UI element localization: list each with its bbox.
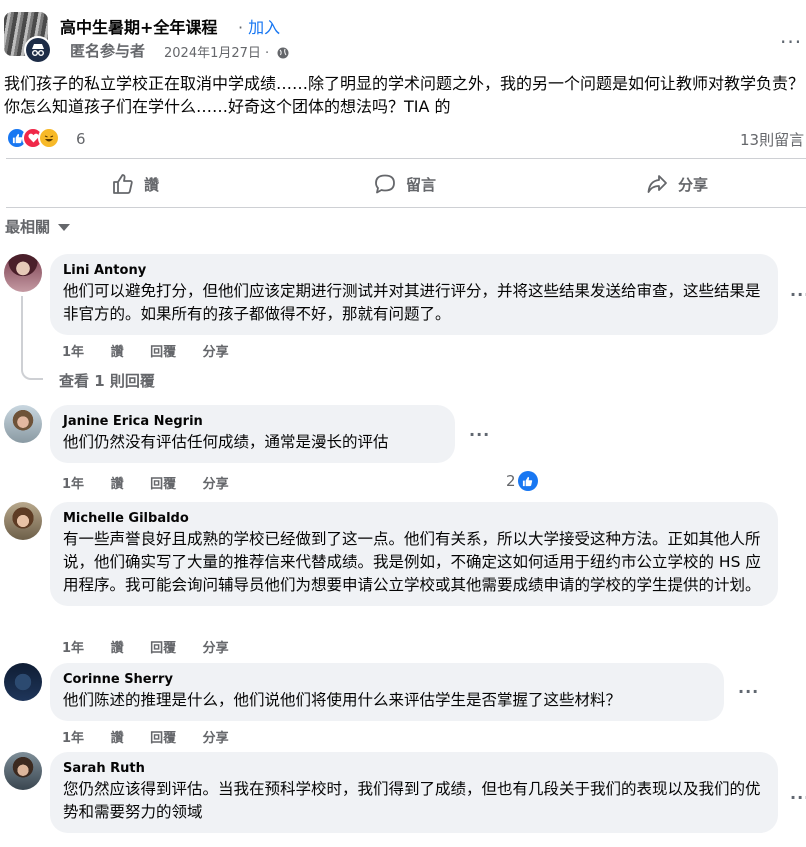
comment-icon [375,174,395,194]
caret-down-icon [58,224,71,231]
divider [6,158,806,159]
comment-time[interactable]: 1年 [62,641,84,656]
comment-share-link[interactable]: 分享 [203,641,229,656]
view-replies-link[interactable]: 查看 1 則回覆 [59,370,155,391]
comment-time[interactable]: 1年 [62,345,84,360]
comment-text: 有一些声誉良好且成熟的学校已经做到了这一点。他们有关系，所以大学接受这种方法。正… [63,530,761,594]
avatar[interactable] [4,752,42,790]
comment-text: 他们可以避免打分，但他们应该定期进行测试并对其进行评分，并将这些结果发送给审查，… [63,282,761,323]
reaction-count: 6 [76,130,86,148]
haha-icon [38,127,60,149]
commenter-name[interactable]: Sarah Ruth [63,760,766,778]
comment-time[interactable]: 1年 [62,731,84,746]
share-button-label: 分享 [678,175,709,194]
globe-icon [277,47,289,59]
reply-thread-line [21,296,43,380]
comment-reaction-count[interactable]: 2 [506,470,538,492]
divider [6,207,806,208]
commenter-name[interactable]: Lini Antony [63,262,766,280]
comment-reply-link[interactable]: 回覆 [150,641,176,656]
comment-button[interactable]: 留言 [374,170,436,198]
join-label[interactable]: 加入 [248,18,280,37]
comment-count[interactable]: 13則留言 [740,129,804,150]
post-author: 匿名参与者 [70,42,146,60]
comment-time[interactable]: 1年 [62,477,84,492]
comment-actions: 1年 讚 回覆 分享 [62,637,251,656]
comment-bubble: Corinne Sherry 他们陈述的推理是什么，他们说他们将使用什么来评估学… [50,663,724,721]
comment-text: 他们陈述的推理是什么，他们说他们将使用什么来评估学生是否掌握了这些材料？ [63,691,622,709]
share-icon [647,175,667,193]
avatar[interactable] [4,663,42,701]
more-options-icon[interactable]: ··· [790,285,806,304]
comment-bubble: Janine Erica Negrin 他们仍然没有评估任何成绩，通常是漫长的评… [50,405,455,463]
more-options-icon[interactable]: ··· [780,30,802,54]
avatar[interactable] [4,254,42,292]
comment-text: 他们仍然没有评估任何成绩，通常是漫长的评估 [63,433,389,451]
comment-button-label: 留言 [406,175,437,194]
comment-reply-link[interactable]: 回覆 [150,731,176,746]
commenter-name[interactable]: Janine Erica Negrin [63,413,443,431]
comment-bubble: Sarah Ruth 您仍然应该得到评估。当我在预科学校时，我们得到了成绩，但也… [50,752,778,833]
comment-actions: 1年 讚 回覆 分享 [62,341,251,360]
more-options-icon[interactable]: ··· [469,425,490,444]
comment-share-link[interactable]: 分享 [203,345,229,360]
comment-reply-link[interactable]: 回覆 [150,477,176,492]
comment-like-link[interactable]: 讚 [111,477,124,492]
comment-like-link[interactable]: 讚 [111,345,124,360]
anonymous-avatar [24,36,52,64]
like-button[interactable]: 讚 [112,170,159,198]
comment-like-count: 2 [506,472,516,490]
commenter-name[interactable]: Michelle Gilbaldo [63,510,766,528]
comment-bubble: Lini Antony 他们可以避免打分，但他们应该定期进行测试并对其进行评分，… [50,254,778,335]
more-options-icon[interactable]: ··· [790,788,806,807]
post-meta: 2024年1月27日 · [164,42,289,61]
commenter-name[interactable]: Corinne Sherry [63,671,712,689]
comment-share-link[interactable]: 分享 [203,731,229,746]
like-icon [517,471,538,491]
post-date[interactable]: 2024年1月27日 [164,46,261,61]
avatar[interactable] [4,502,42,540]
comment-like-link[interactable]: 讚 [111,731,124,746]
comment-share-link[interactable]: 分享 [203,477,229,492]
more-options-icon[interactable]: ··· [738,682,759,701]
comment-actions: 1年 讚 回覆 分享 [62,473,251,492]
post-header: 高中生暑期+全年课程 · 加入 匿名参与者 2024年1月27日 · ··· [0,0,806,70]
comment-bubble: Michelle Gilbaldo 有一些声誉良好且成熟的学校已经做到了这一点。… [50,502,778,606]
group-name[interactable]: 高中生暑期+全年课程 [60,14,217,38]
comment-text: 您仍然应该得到评估。当我在预科学校时，我们得到了成绩，但也有几段关于我们的表现以… [63,780,761,821]
share-button[interactable]: 分享 [646,170,708,198]
sort-label: 最相關 [5,218,51,236]
like-button-label: 讚 [144,175,160,194]
join-group-link[interactable]: · 加入 [238,14,280,38]
avatar[interactable] [4,405,42,443]
comment-like-link[interactable]: 讚 [111,641,124,656]
incognito-icon [26,38,50,62]
comment-sort-dropdown[interactable]: 最相關 [5,216,71,237]
comment-reply-link[interactable]: 回覆 [150,345,176,360]
post-text: 我们孩子的私立学校正在取消中学成绩……除了明显的学术问题之外，我的另一个问题是如… [4,74,805,116]
thumbs-up-icon [113,174,133,194]
comment-actions: 1年 讚 回覆 分享 [62,727,251,746]
